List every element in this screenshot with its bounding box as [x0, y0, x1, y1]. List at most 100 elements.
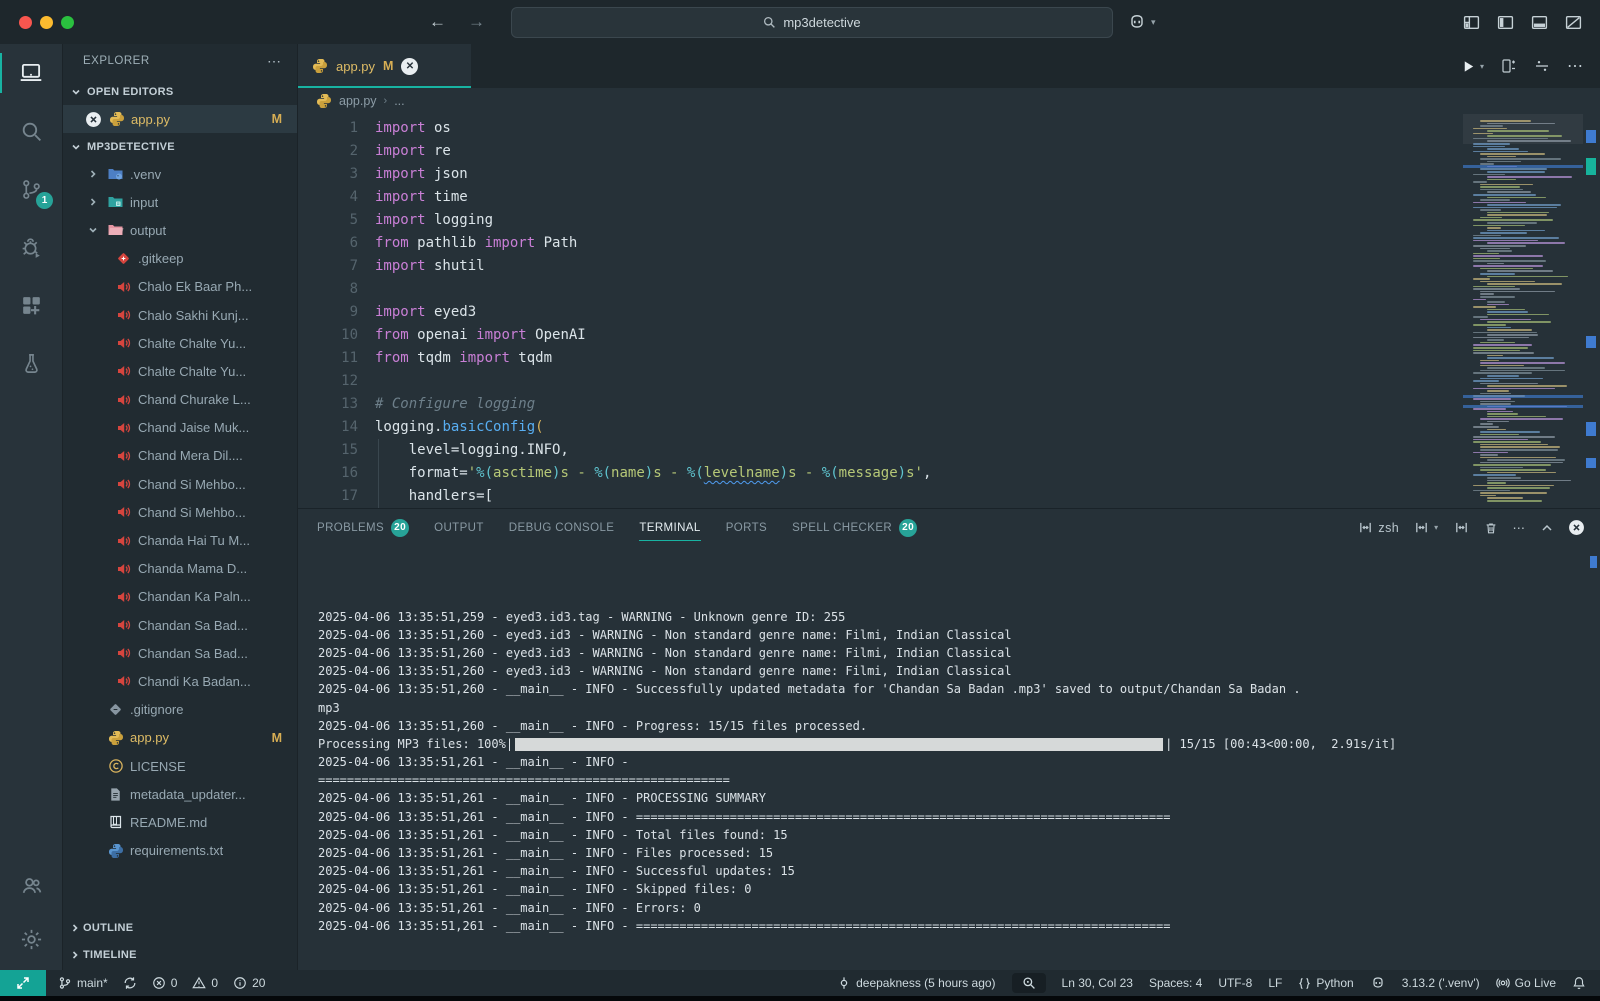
- more-actions-icon[interactable]: ⋯: [1567, 56, 1584, 76]
- maximize-panel-icon[interactable]: [1541, 522, 1553, 534]
- tree-item-chand-jaise-muk-[interactable]: Chand Jaise Muk...: [63, 414, 297, 442]
- tree-item--gitignore[interactable]: .gitignore: [63, 696, 297, 724]
- activity-item-search[interactable]: [0, 102, 62, 160]
- code-area[interactable]: 1import os2import re3import json4import …: [298, 114, 1463, 508]
- overview-ruler[interactable]: [1583, 114, 1600, 508]
- status-notifications[interactable]: [1572, 976, 1586, 990]
- activity-item-settings[interactable]: [0, 912, 62, 966]
- kill-terminal-icon[interactable]: [1484, 521, 1498, 535]
- tree-item-chandan-ka-paln-[interactable]: Chandan Ka Paln...: [63, 583, 297, 611]
- forward-arrow-icon[interactable]: →: [468, 12, 485, 32]
- terminal[interactable]: 2025-04-06 13:35:51,259 - eyed3.id3.tag …: [298, 546, 1600, 970]
- run-python-file-button[interactable]: ▾: [1461, 59, 1484, 74]
- activity-item-testing[interactable]: [0, 334, 62, 392]
- tree-item-chand-si-mehbo-[interactable]: Chand Si Mehbo...: [63, 498, 297, 526]
- tree-item-license[interactable]: LICENSE: [63, 752, 297, 780]
- status-indentation[interactable]: Spaces: 4: [1149, 976, 1202, 990]
- open-editor-item[interactable]: app.pyM: [63, 105, 297, 133]
- activity-item-accounts[interactable]: [0, 858, 62, 912]
- tree-item-chalo-ek-baar-ph-[interactable]: Chalo Ek Baar Ph...: [63, 273, 297, 301]
- toggle-primary-sidebar-icon[interactable]: [1497, 14, 1514, 31]
- open-changes-icon[interactable]: [1501, 58, 1517, 74]
- project-folder-header[interactable]: MP3DETECTIVE: [63, 133, 297, 160]
- tree-item-chandan-sa-bad-[interactable]: Chandan Sa Bad...: [63, 611, 297, 639]
- status-errors[interactable]: 0: [152, 976, 178, 990]
- status-branch[interactable]: main*: [58, 976, 108, 990]
- tab-app-py[interactable]: app.py M ✕: [298, 44, 471, 88]
- tree-item-label: Chalte Chalte Yu...: [138, 364, 246, 379]
- panel-tab-ports[interactable]: PORTS: [726, 509, 767, 546]
- tree-item-requirements-txt[interactable]: requirements.txt: [63, 837, 297, 865]
- status-warnings[interactable]: 0: [192, 976, 218, 990]
- tree-item-chalte-chalte-yu-[interactable]: Chalte Chalte Yu...: [63, 357, 297, 385]
- status-python-interpreter[interactable]: 3.13.2 ('.venv'): [1402, 976, 1480, 990]
- copilot-menu[interactable]: ▾: [1127, 12, 1156, 32]
- status-eol[interactable]: LF: [1268, 976, 1282, 990]
- chevron-right-icon: [70, 923, 80, 933]
- python-file-icon: [108, 111, 125, 128]
- minimap-line: [1487, 421, 1509, 423]
- status-go-live[interactable]: Go Live: [1496, 976, 1556, 990]
- tree-item-chalte-chalte-yu-[interactable]: Chalte Chalte Yu...: [63, 329, 297, 357]
- tree-item-chanda-mama-d-[interactable]: Chanda Mama D...: [63, 555, 297, 583]
- status-infos[interactable]: 20: [233, 976, 265, 990]
- remote-indicator[interactable]: [0, 970, 46, 996]
- explorer-actions-icon[interactable]: ⋯: [267, 53, 283, 70]
- activity-item-source-control[interactable]: 1: [0, 160, 62, 218]
- panel-tab-debug-console[interactable]: DEBUG CONSOLE: [509, 509, 615, 546]
- terminal-scrollbar[interactable]: [1590, 556, 1597, 568]
- activity-item-explorer[interactable]: [0, 44, 62, 102]
- panel-tab-terminal[interactable]: TERMINAL: [639, 509, 700, 546]
- outline-section[interactable]: OUTLINE: [63, 914, 297, 941]
- close-tab-icon[interactable]: ✕: [401, 58, 418, 75]
- panel-more-actions-icon[interactable]: ⋯: [1513, 520, 1527, 535]
- launch-profile-button[interactable]: zsh: [1358, 520, 1399, 535]
- tree-item-metadata-updater-[interactable]: metadata_updater...: [63, 780, 297, 808]
- close-panel-icon[interactable]: [1568, 519, 1585, 536]
- customize-layout-icon[interactable]: [1463, 14, 1480, 31]
- open-editors-header[interactable]: OPEN EDITORS: [63, 78, 297, 105]
- panel-tab-problems[interactable]: PROBLEMS20: [317, 509, 409, 546]
- panel-tab-spell-checker[interactable]: SPELL CHECKER20: [792, 509, 917, 546]
- tree-item-output[interactable]: output: [63, 216, 297, 244]
- tree-item-app-py[interactable]: app.pyM: [63, 724, 297, 752]
- status-copilot-status[interactable]: [1370, 975, 1386, 991]
- split-editor-icon[interactable]: [1534, 58, 1550, 74]
- tree-item-chanda-hai-tu-m-[interactable]: Chanda Hai Tu M...: [63, 526, 297, 554]
- tree-item-chalo-sakhi-kunj-[interactable]: Chalo Sakhi Kunj...: [63, 301, 297, 329]
- command-center-search[interactable]: mp3detective: [511, 7, 1113, 38]
- tree-item--gitkeep[interactable]: .gitkeep: [63, 245, 297, 273]
- minimap-line: [1473, 194, 1536, 196]
- minimize-window-button[interactable]: [40, 16, 53, 29]
- timeline-section[interactable]: TIMELINE: [63, 941, 297, 968]
- tree-item-input[interactable]: input: [63, 188, 297, 216]
- minimap-line: [1473, 398, 1511, 400]
- split-panel-icon[interactable]: [1454, 520, 1469, 535]
- minimap[interactable]: [1463, 114, 1583, 508]
- close-window-button[interactable]: [19, 16, 32, 29]
- zoom-window-button[interactable]: [61, 16, 74, 29]
- close-editor-icon[interactable]: [85, 111, 102, 128]
- activity-item-run-debug[interactable]: [0, 218, 62, 276]
- panel-tab-output[interactable]: OUTPUT: [434, 509, 484, 546]
- tree-item-chand-mera-dil-[interactable]: Chand Mera Dil....: [63, 442, 297, 470]
- status-git-last-commit[interactable]: deepakness (5 hours ago): [837, 976, 995, 990]
- toggle-secondary-sidebar-icon[interactable]: [1565, 14, 1582, 31]
- tree-item-chandan-sa-bad-[interactable]: Chandan Sa Bad...: [63, 639, 297, 667]
- activity-item-extensions[interactable]: [0, 276, 62, 334]
- breadcrumb[interactable]: app.py › ...: [298, 88, 1600, 114]
- tree-item-chand-churake-l-[interactable]: Chand Churake L...: [63, 386, 297, 414]
- status-sync[interactable]: [123, 976, 137, 990]
- back-arrow-icon[interactable]: ←: [429, 12, 446, 32]
- status-language-mode[interactable]: Python: [1298, 976, 1353, 990]
- new-terminal-button[interactable]: ▾: [1414, 520, 1438, 535]
- bell-icon: [1572, 976, 1586, 990]
- tree-item-chand-si-mehbo-[interactable]: Chand Si Mehbo...: [63, 470, 297, 498]
- tree-item--venv[interactable]: .venv: [63, 160, 297, 188]
- tree-item-readme-md[interactable]: README.md: [63, 808, 297, 836]
- status-cursor-position[interactable]: Ln 30, Col 23: [1062, 976, 1133, 990]
- status-encoding[interactable]: UTF-8: [1218, 976, 1252, 990]
- status-spell-checker-status[interactable]: [1012, 973, 1046, 993]
- toggle-panel-icon[interactable]: [1531, 14, 1548, 31]
- tree-item-chandi-ka-badan-[interactable]: Chandi Ka Badan...: [63, 667, 297, 695]
